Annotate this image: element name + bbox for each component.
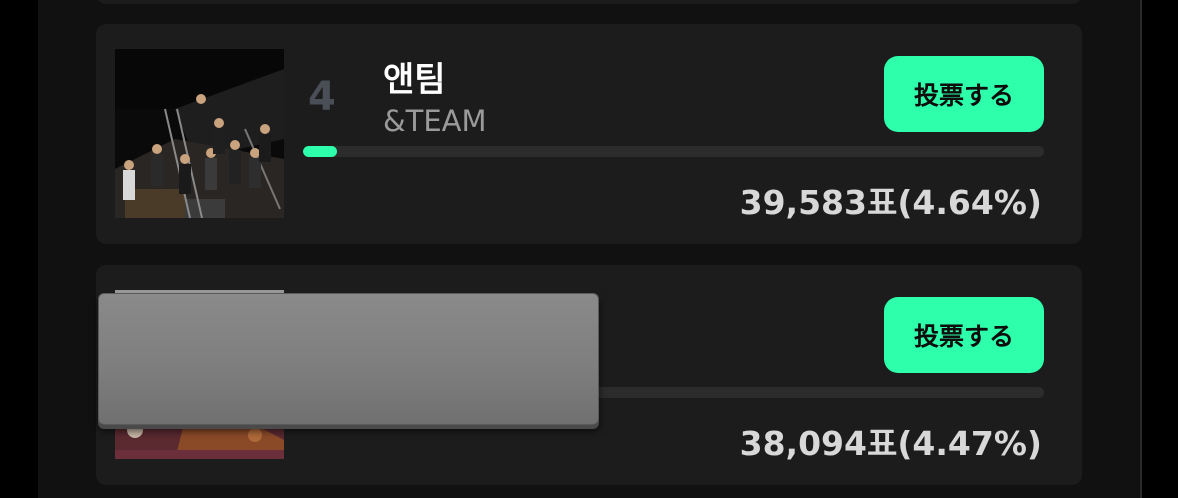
artist-name: 앤팀 (383, 60, 446, 100)
vote-count: 39,583표(4.64%) (740, 176, 1042, 224)
redaction-overlay (98, 293, 599, 425)
artist-photo (115, 49, 284, 218)
panel-border (1140, 0, 1142, 498)
vote-button[interactable]: 投票する (884, 56, 1044, 132)
rank-number: 4 (308, 74, 336, 120)
vote-count: 38,094표(4.47%) (740, 417, 1042, 465)
artist-subname: &TEAM (383, 104, 487, 138)
vote-progress-bar (303, 146, 1044, 157)
vote-count-number: 39,583 (739, 183, 867, 222)
vote-count-unit: 표 (866, 424, 898, 463)
vote-button[interactable]: 投票する (884, 297, 1044, 373)
vote-count-unit: 표 (866, 183, 898, 222)
vote-percent: (4.47%) (897, 424, 1042, 463)
vote-progress-fill (303, 146, 338, 157)
ranking-card: 4 앤팀 &TEAM 投票する 39,583표(4.64%) (96, 24, 1082, 244)
vote-count-number: 38,094 (739, 424, 867, 463)
vote-percent: (4.64%) (897, 183, 1042, 222)
previous-ranking-card (96, 0, 1082, 4)
